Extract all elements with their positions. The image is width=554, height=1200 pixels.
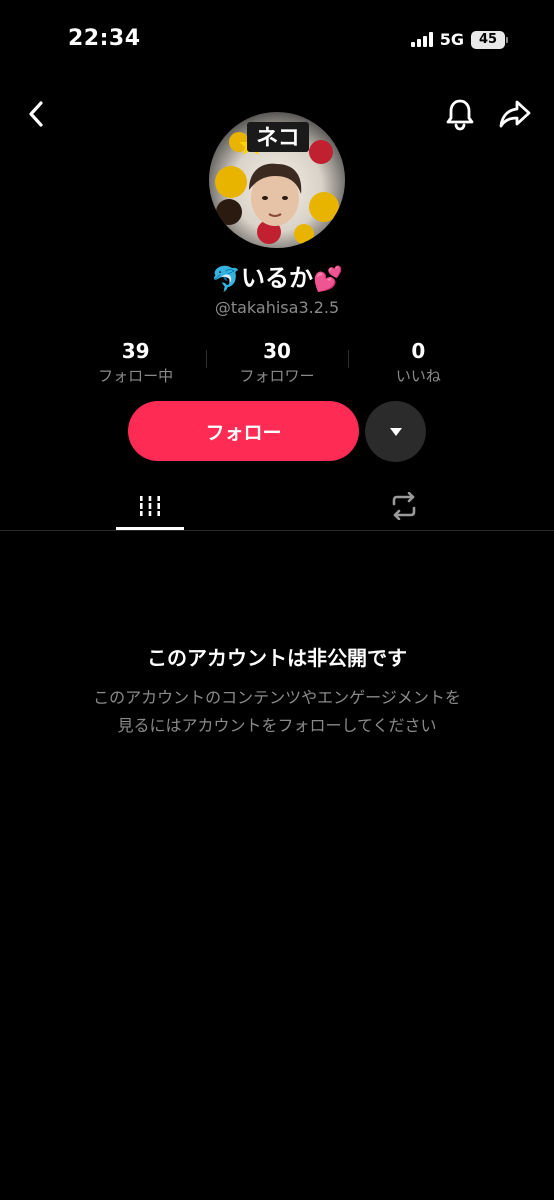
dolphin-icon: 🐬 bbox=[211, 265, 241, 293]
private-account-description: このアカウントのコンテンツやエンゲージメントを 見るにはアカウントをフォローして… bbox=[30, 684, 524, 740]
private-description-line: 見るにはアカウントをフォローしてください bbox=[117, 716, 437, 735]
stat-likes-count: 0 bbox=[411, 339, 426, 363]
caret-down-icon bbox=[389, 427, 402, 436]
display-name: いるか bbox=[241, 264, 313, 292]
stat-following-count: 39 bbox=[121, 339, 150, 363]
hearts-icon: 💕 bbox=[313, 265, 343, 293]
network-label: 5G bbox=[439, 30, 464, 49]
stat-divider bbox=[347, 350, 349, 368]
stat-likes-label: いいね bbox=[395, 367, 441, 385]
content-tabs bbox=[0, 482, 554, 531]
bell-icon bbox=[446, 99, 474, 131]
stat-followers[interactable]: 30 フォロワー bbox=[206, 338, 347, 386]
back-button[interactable] bbox=[18, 96, 54, 132]
profile-stats: 39 フォロー中 30 フォロワー 0 いいね bbox=[65, 338, 489, 386]
private-description-line: このアカウントのコンテンツやエンゲージメントを bbox=[93, 688, 461, 707]
notification-bell-button[interactable] bbox=[442, 96, 478, 132]
tab-reposts[interactable] bbox=[370, 482, 438, 530]
username-handle: @takahisa3.2.5 bbox=[214, 298, 340, 317]
avatar[interactable]: ネコ bbox=[209, 112, 345, 248]
repost-icon bbox=[392, 492, 416, 520]
status-bar: 22:34 5G 45 bbox=[0, 0, 554, 80]
battery-level: 45 bbox=[471, 30, 505, 49]
stat-likes[interactable]: 0 いいね bbox=[347, 338, 489, 386]
avatar-caption: ネコ bbox=[256, 126, 300, 151]
share-button[interactable] bbox=[497, 96, 533, 132]
stat-followers-label: フォロワー bbox=[239, 367, 315, 385]
more-options-button[interactable] bbox=[365, 401, 426, 462]
tab-videos[interactable] bbox=[116, 482, 184, 530]
status-time: 22:34 bbox=[68, 26, 141, 51]
stat-followers-count: 30 bbox=[263, 339, 291, 363]
stat-divider bbox=[206, 350, 208, 368]
status-indicators: 5G 45 bbox=[410, 30, 508, 49]
avatar-image: ネコ bbox=[209, 112, 345, 248]
chevron-left-icon bbox=[29, 101, 43, 127]
grid-icon bbox=[137, 496, 163, 516]
battery-icon: 45 bbox=[471, 30, 508, 49]
active-tab-indicator bbox=[116, 527, 184, 530]
stat-following-label: フォロー中 bbox=[98, 367, 174, 385]
display-name-row: 🐬いるか💕 bbox=[0, 258, 554, 293]
signal-icon bbox=[410, 32, 433, 47]
stat-following[interactable]: 39 フォロー中 bbox=[65, 338, 206, 386]
private-account-title: このアカウントは非公開です bbox=[147, 646, 407, 670]
follow-button[interactable]: フォロー bbox=[128, 401, 359, 461]
share-arrow-icon bbox=[499, 100, 531, 128]
